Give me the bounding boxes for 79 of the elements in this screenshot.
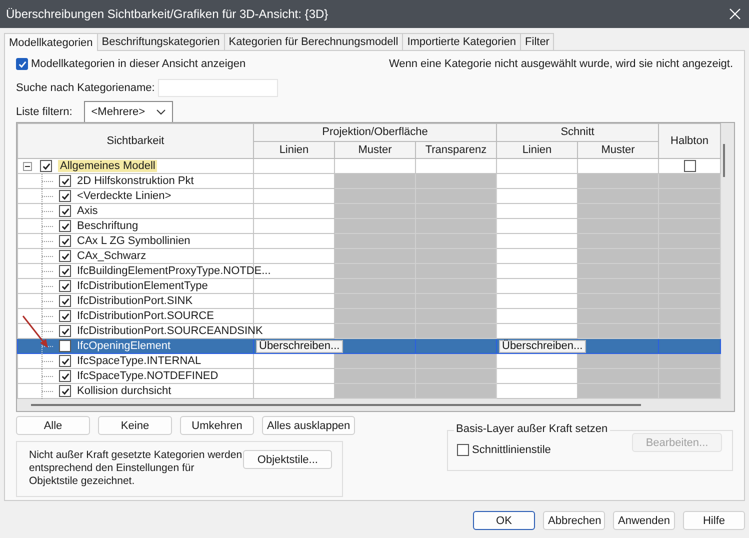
column-header[interactable]: Linien — [254, 141, 334, 158]
checkbox[interactable] — [16, 58, 28, 70]
override-button[interactable]: Überschreiben... — [256, 340, 343, 352]
chevron-down-icon — [156, 109, 166, 115]
search-field[interactable] — [158, 79, 278, 97]
dialog-button[interactable]: Abbrechen — [543, 511, 605, 530]
tree-line — [41, 174, 55, 188]
override-button[interactable]: Überschreiben... — [499, 340, 586, 352]
tree-line — [41, 264, 55, 278]
tab[interactable]: Modellkategorien — [4, 33, 98, 51]
tab[interactable]: Kategorien für Berechnungsmodell — [224, 33, 404, 50]
tree-line — [41, 384, 55, 398]
category-name[interactable]: Allgemeines Modell — [58, 160, 158, 172]
note-text: Nicht außer Kraft gesetzte Kategorien werden entsprechend den Einstellungen für Objektstile gezeichnet. — [29, 449, 244, 488]
category-name[interactable]: Axis — [77, 205, 98, 217]
checkbox-label: Modellkategorien in dieser Ansicht anzeigen — [31, 58, 246, 70]
list-button[interactable]: Keine — [98, 416, 172, 435]
tree-line — [41, 188, 55, 204]
category-name[interactable]: IfcDistributionPort.SOURCEANDSINK — [77, 325, 263, 337]
tree-line — [41, 308, 55, 324]
collapse-icon[interactable] — [23, 162, 32, 170]
checkbox[interactable] — [59, 190, 71, 202]
checkbox[interactable] — [59, 250, 71, 262]
info-text: Wenn eine Kategorie nicht ausgewählt wurde, wird sie nicht angezeigt. — [388, 58, 733, 70]
column-header[interactable]: Halbton — [658, 124, 721, 158]
checkbox[interactable] — [59, 175, 71, 187]
list-button[interactable]: Alle — [16, 416, 90, 435]
tree-line — [41, 278, 55, 294]
checkbox[interactable] — [40, 160, 52, 172]
tree-line — [41, 354, 55, 368]
column-header[interactable]: Muster — [578, 141, 659, 158]
list-button[interactable]: Alles ausklappen — [262, 416, 356, 435]
column-group-header: Schnitt — [496, 124, 659, 141]
filter-label: Liste filtern: — [16, 106, 72, 118]
tab[interactable]: Importierte Kategorien — [402, 33, 522, 50]
column-group-header: Projektion/Oberfläche — [254, 124, 496, 141]
tree-line — [41, 248, 55, 264]
category-name[interactable]: IfcBuildingElementProxyType.NOTDE... — [77, 265, 271, 277]
tree-line — [41, 368, 55, 384]
filter-dropdown[interactable]: <Mehrere> — [84, 101, 174, 123]
dialog-button[interactable]: OK — [473, 511, 535, 530]
tree-line — [41, 218, 55, 234]
checkbox[interactable] — [59, 265, 71, 277]
tree-line — [41, 338, 55, 354]
checkbox[interactable] — [59, 355, 71, 367]
tab[interactable]: Filter — [520, 33, 554, 50]
column-header[interactable]: Transparenz — [416, 141, 496, 158]
tab[interactable]: Beschriftungskategorien — [96, 33, 225, 50]
window-title: Überschreibungen Sichtbarkeit/Grafiken für 3D-Ansicht: {3D} — [6, 7, 328, 21]
checkbox-label: Schnittlinienstile — [472, 444, 551, 456]
checkbox[interactable] — [684, 160, 696, 172]
tree-line — [41, 324, 55, 338]
annotation-arrow — [21, 314, 51, 350]
checkbox[interactable] — [457, 444, 469, 456]
checkbox[interactable] — [59, 220, 71, 232]
checkbox[interactable] — [59, 385, 71, 397]
tree-line — [41, 204, 55, 218]
checkbox[interactable] — [59, 235, 71, 247]
column-header[interactable]: Muster — [334, 141, 416, 158]
dialog-button[interactable]: Anwenden — [613, 511, 675, 530]
dialog-button[interactable]: Hilfe — [683, 511, 745, 530]
search-label: Suche nach Kategoriename: — [16, 82, 155, 94]
checkbox[interactable] — [59, 280, 71, 292]
list-button[interactable]: Umkehren — [180, 416, 254, 435]
close-icon[interactable] — [729, 8, 741, 20]
column-header[interactable]: Sichtbarkeit — [18, 124, 254, 158]
checkbox[interactable] — [59, 295, 71, 307]
scrollbar-thumb[interactable] — [723, 144, 725, 177]
checkbox[interactable] — [59, 340, 71, 352]
tree-line — [41, 294, 55, 308]
scrollbar-thumb[interactable] — [31, 404, 641, 406]
checkbox[interactable] — [59, 205, 71, 217]
column-header[interactable]: Linien — [496, 141, 578, 158]
checkbox[interactable] — [59, 325, 71, 337]
checkbox[interactable] — [59, 370, 71, 382]
tree-line — [41, 234, 55, 248]
group-title: Basis-Layer außer Kraft setzen — [454, 423, 610, 435]
object-styles-button[interactable]: Objektstile... — [243, 450, 332, 469]
checkbox[interactable] — [59, 310, 71, 322]
